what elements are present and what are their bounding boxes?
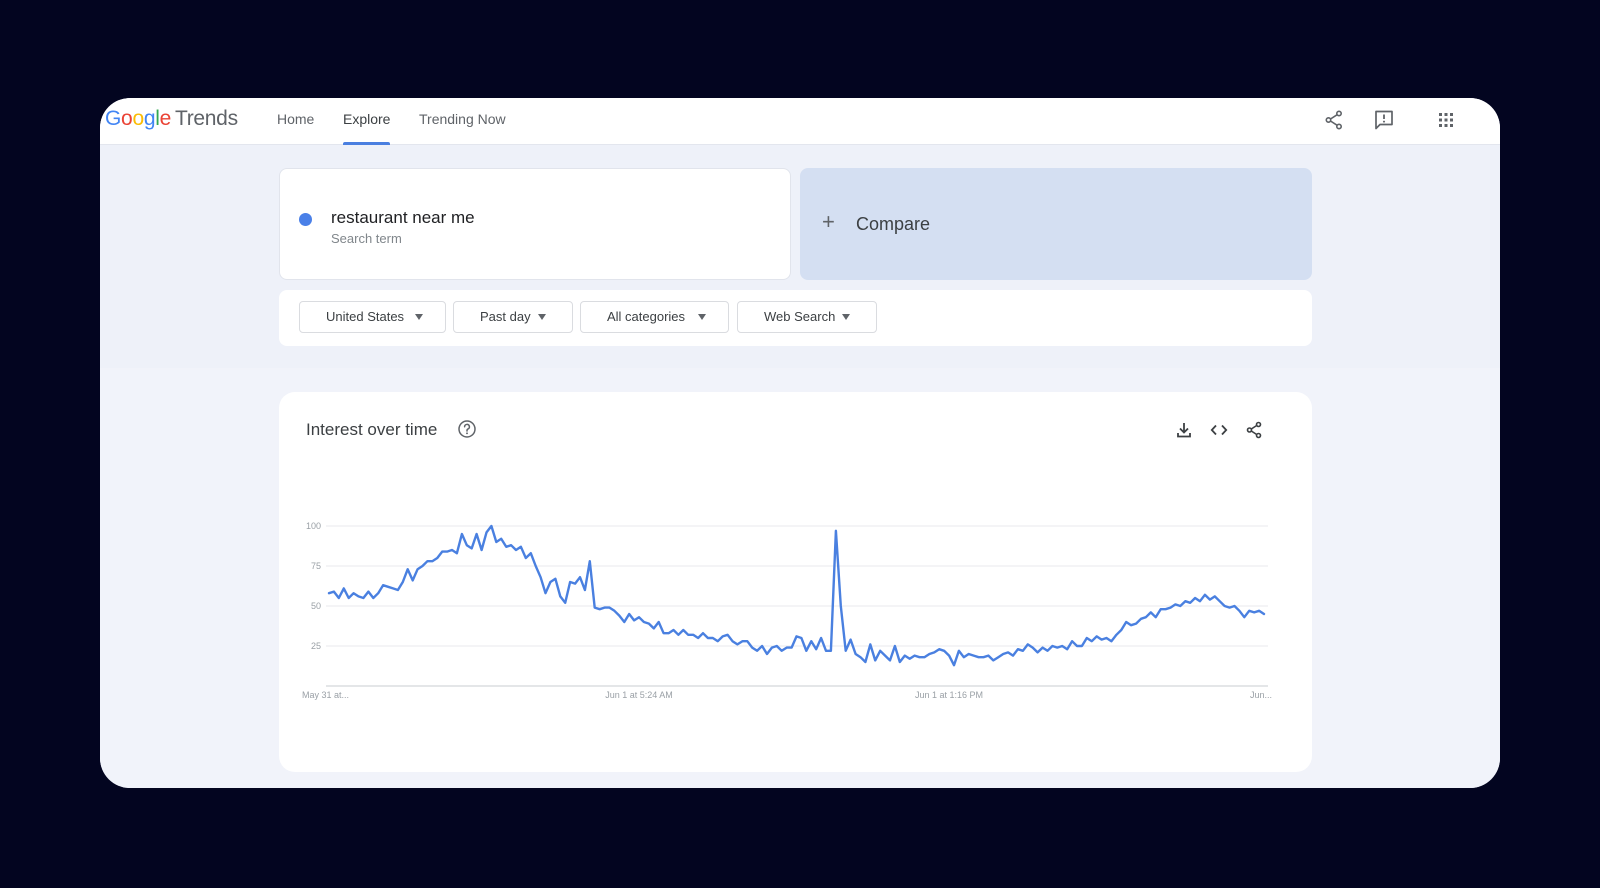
y-tick-label: 50 (311, 601, 321, 611)
caret-down-icon (842, 314, 850, 320)
region-label: United States (326, 309, 405, 324)
y-tick-label: 25 (311, 641, 321, 651)
time-range-dropdown[interactable]: Past day (453, 301, 573, 333)
time-range-label: Past day (480, 309, 531, 324)
active-tab-indicator (343, 142, 391, 145)
caret-down-icon (415, 314, 423, 320)
compare-label: Compare (856, 214, 931, 234)
search-term-type: Search term (331, 231, 402, 246)
nav-explore-label: Explore (343, 111, 391, 127)
term-color-dot (299, 213, 312, 226)
caret-down-icon (698, 314, 706, 320)
nav-home-label: Home (277, 111, 315, 127)
category-label: All categories (607, 309, 686, 324)
region-dropdown[interactable]: United States (299, 301, 446, 333)
x-tick-label: May 31 at... (302, 690, 349, 700)
nav-home[interactable]: Home (277, 98, 314, 145)
nav-explore[interactable]: Explore (343, 98, 391, 145)
y-tick-label: 75 (311, 561, 321, 571)
google-trends-logo[interactable]: Google Trends (105, 107, 238, 131)
apps-grid-icon[interactable] (1434, 108, 1458, 132)
series-line (327, 524, 1266, 667)
interest-over-time-card: Interest over time 100 75 50 25 May 31 at...… (279, 392, 1312, 772)
plus-icon: + (822, 209, 835, 234)
nav-trending-now[interactable]: Trending Now (419, 98, 506, 145)
search-property-dropdown[interactable]: Web Search (737, 301, 877, 333)
compare-button[interactable]: + Compare (800, 168, 1312, 280)
top-app-bar: Google Trends Home Explore Trending Now (100, 98, 1500, 145)
y-tick-label: 100 (306, 521, 321, 531)
share-icon[interactable] (1322, 108, 1346, 132)
x-tick-label: Jun... (1250, 690, 1272, 700)
browser-window: GoogleTrends Home Explore Trending Now (100, 98, 1500, 788)
search-property-label: Web Search (764, 309, 836, 324)
nav-trending-now-label: Trending Now (419, 111, 506, 127)
x-tick-label: Jun 1 at 1:16 PM (915, 690, 983, 700)
caret-down-icon (538, 314, 546, 320)
feedback-icon[interactable] (1372, 108, 1396, 132)
category-dropdown[interactable]: All categories (580, 301, 729, 333)
x-tick-label: Jun 1 at 5:24 AM (605, 690, 673, 700)
interest-line-chart: 100 75 50 25 May 31 at... Jun 1 at 5:24 AM Jun… (302, 521, 1272, 700)
search-term-card[interactable]: restaurant near me Search term (279, 168, 791, 280)
filters-bar: United States Past day All categories We… (279, 290, 1312, 346)
search-term-text[interactable]: restaurant near me (331, 208, 475, 228)
